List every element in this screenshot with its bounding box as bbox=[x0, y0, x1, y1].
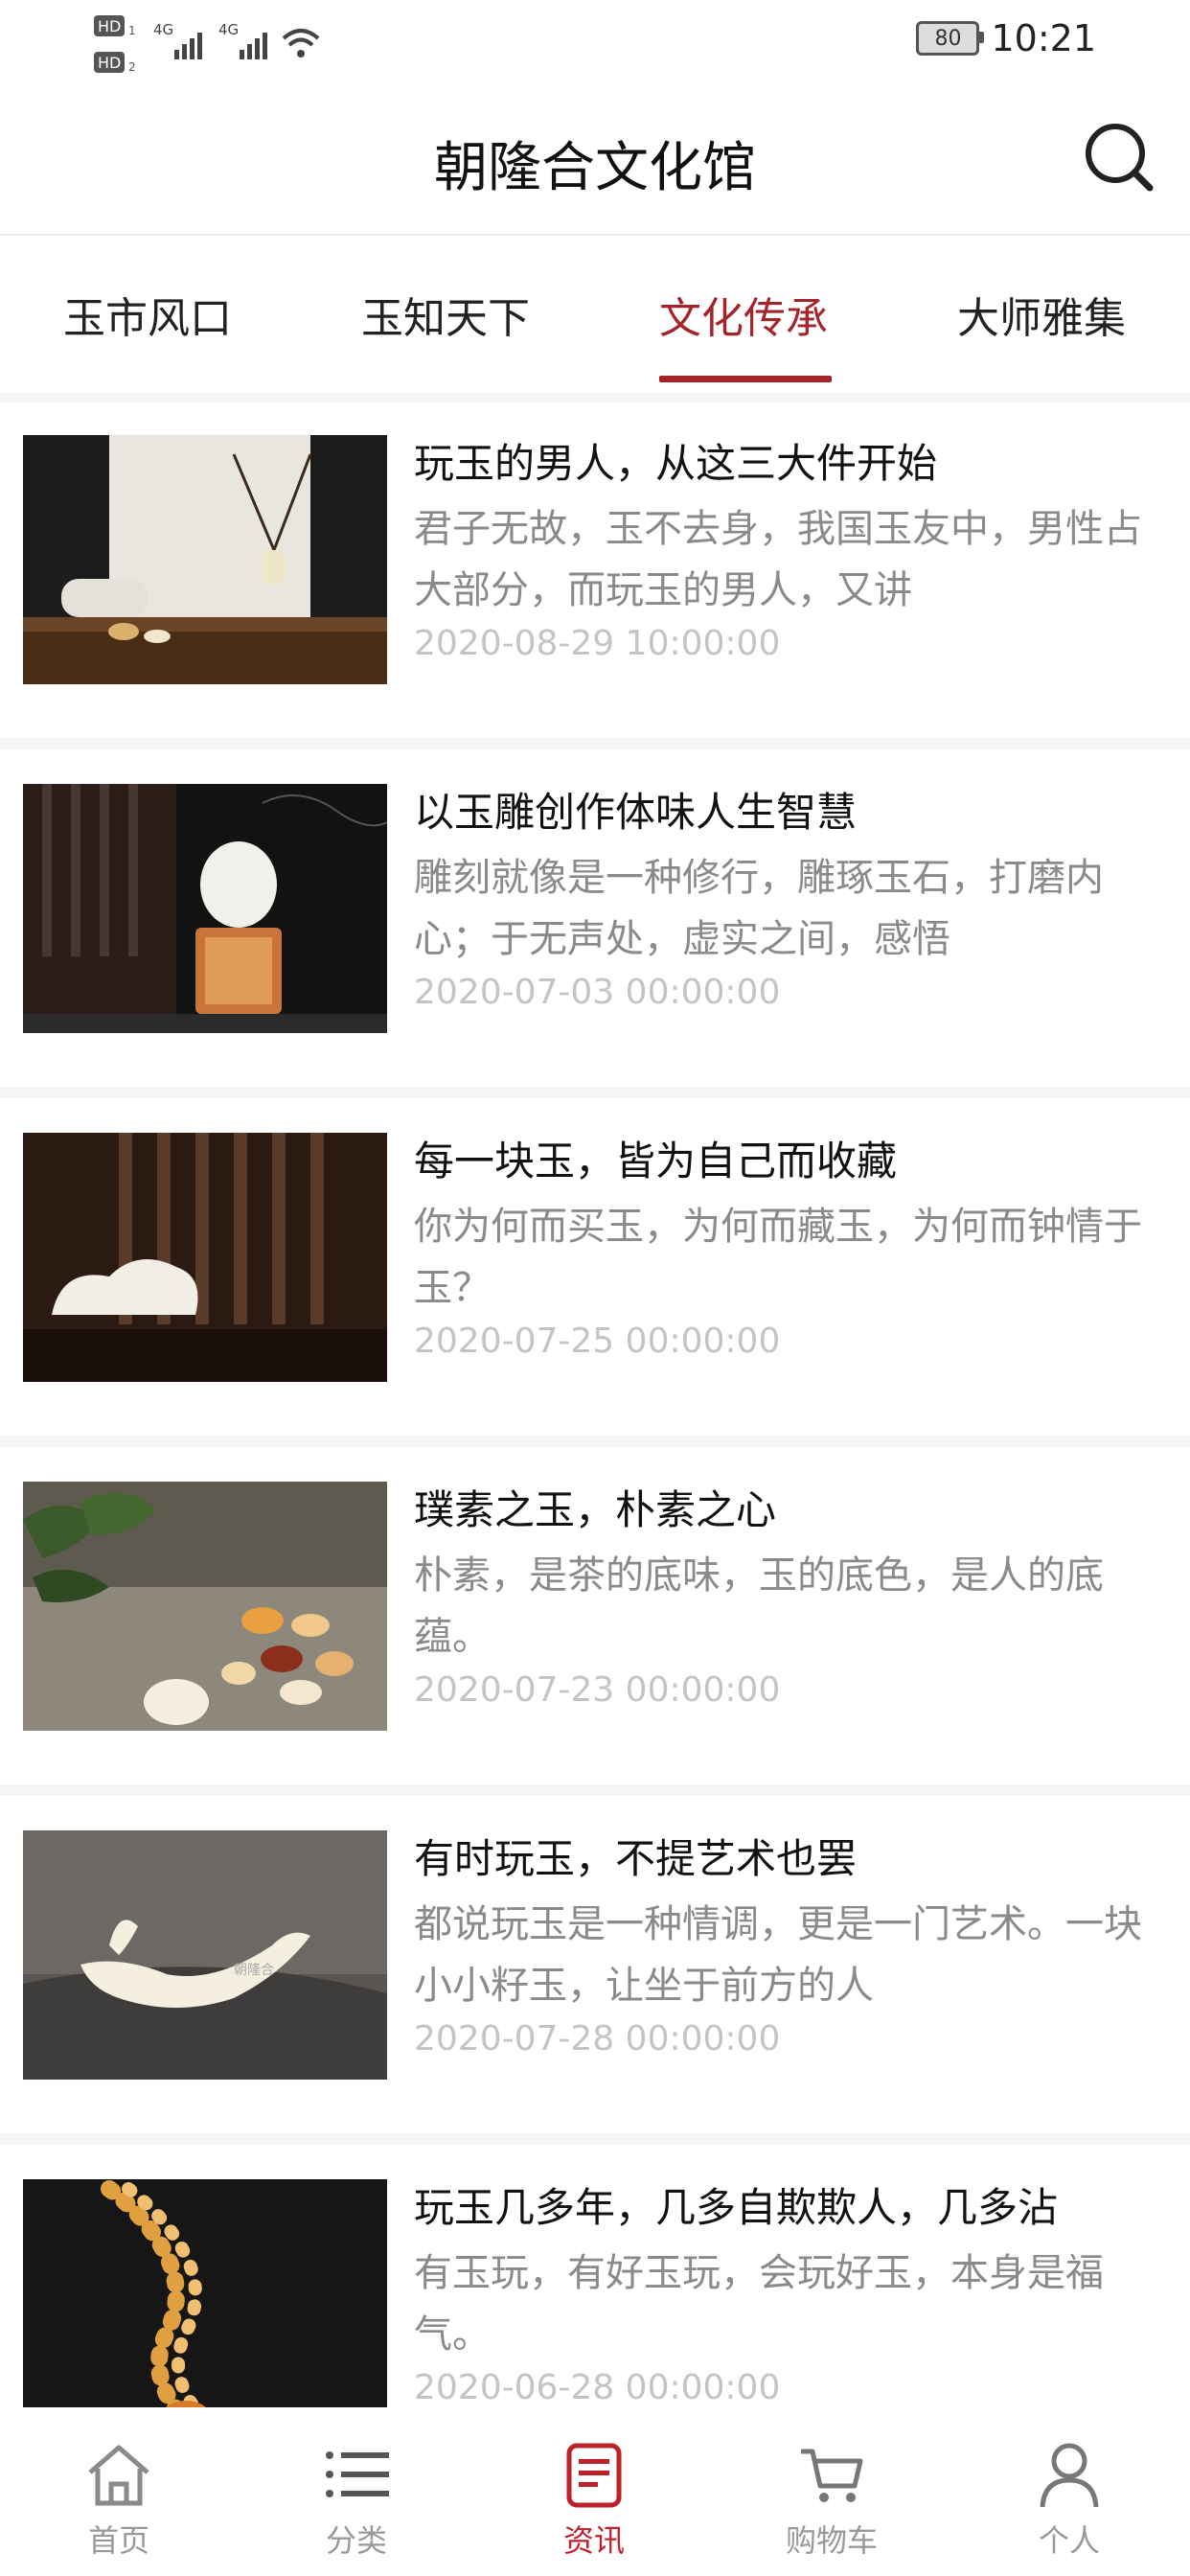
svg-text:HD: HD bbox=[98, 54, 121, 72]
article-summary: 雕刻就像是一种修行，雕琢玉石，打磨内心；于无声处，虚实之间，感悟 bbox=[414, 856, 1104, 961]
nav-news[interactable]: 资讯 bbox=[517, 2438, 671, 2561]
search-icon bbox=[1086, 124, 1154, 192]
article-summary: 君子无故，玉不去身，我国玉友中，男性占大部分，而玩玉的男人，又讲 bbox=[414, 507, 1142, 612]
user-icon bbox=[1040, 2443, 1099, 2508]
clock: 10:21 bbox=[991, 17, 1096, 59]
article-summary: 朴素，是茶的底味，玉的底色，是人的底蕴。 bbox=[414, 1553, 1104, 1659]
list-icon bbox=[326, 2451, 389, 2497]
article-thumbnail bbox=[23, 784, 387, 1033]
signal-icon: HD 1 HD 2 4G 4G bbox=[94, 15, 320, 74]
news-icon bbox=[566, 2443, 622, 2508]
nav-category[interactable]: 分类 bbox=[280, 2438, 433, 2561]
cart-icon bbox=[801, 2449, 863, 2502]
article-title: 有时玩玉，不提艺术也罢 bbox=[414, 1835, 858, 1882]
svg-text:4G: 4G bbox=[153, 21, 173, 38]
status-bar: HD 1 HD 2 4G 4G 80 10:21 bbox=[0, 0, 1190, 88]
article-thumbnail bbox=[23, 1133, 387, 1382]
article-item[interactable]: 玩玉的男人，从这三大件开始 君子无故，玉不去身，我国玉友中，男性占大部分，而玩玉… bbox=[0, 401, 1190, 749]
nav-cart[interactable]: 购物车 bbox=[755, 2438, 908, 2561]
app-header: 朝隆合文化馆 bbox=[0, 88, 1190, 236]
page-title: 朝隆合文化馆 bbox=[434, 137, 756, 199]
article-date: 2020-07-28 00:00:00 bbox=[414, 2019, 781, 2058]
nav-profile[interactable]: 个人 bbox=[993, 2438, 1146, 2561]
article-date: 2020-08-29 10:00:00 bbox=[414, 624, 781, 663]
search-button[interactable] bbox=[1081, 119, 1157, 196]
bottom-nav: 首页 分类 资讯 购物车 个人 bbox=[0, 2407, 1190, 2576]
article-thumbnail bbox=[23, 2179, 387, 2428]
signal-indicators: HD 1 HD 2 4G 4G bbox=[92, 13, 341, 84]
article-date: 2020-06-28 00:00:00 bbox=[414, 2368, 781, 2407]
article-summary: 你为何而买玉，为何而藏玉，为何而钟情于玉？ bbox=[414, 1205, 1142, 1310]
svg-text:4G: 4G bbox=[218, 21, 239, 38]
article-item[interactable]: 每一块玉，皆为自己而收藏 你为何而买玉，为何而藏玉，为何而钟情于玉？ 2020-… bbox=[0, 1098, 1190, 1447]
tab-wenhua-chuancheng[interactable]: 文化传承 bbox=[659, 284, 828, 345]
article-item[interactable]: 朝隆合 有时玩玉，不提艺术也罢 都说玩玉是一种情调，更是一门艺术。一块小小籽玉，… bbox=[0, 1796, 1190, 2145]
category-tabs: 玉市风口 玉知天下 文化传承 大师雅集 bbox=[0, 236, 1190, 402]
status-right: 80 10:21 bbox=[916, 17, 1096, 59]
nav-home[interactable]: 首页 bbox=[42, 2438, 195, 2561]
article-title: 玩玉的男人，从这三大件开始 bbox=[414, 440, 938, 487]
article-summary: 有玉玩，有好玉玩，会玩好玉，本身是福气。 bbox=[414, 2251, 1104, 2357]
article-title: 每一块玉，皆为自己而收藏 bbox=[414, 1138, 898, 1184]
article-thumbnail: 朝隆合 bbox=[23, 1830, 387, 2080]
svg-text:2: 2 bbox=[128, 60, 136, 74]
article-thumbnail bbox=[23, 1482, 387, 1731]
article-item[interactable]: 以玉雕创作体味人生智慧 雕刻就像是一种修行，雕琢玉石，打磨内心；于无声处，虚实之… bbox=[0, 749, 1190, 1098]
svg-text:HD: HD bbox=[98, 17, 121, 35]
home-icon bbox=[88, 2445, 149, 2506]
article-title: 璞素之玉，朴素之心 bbox=[414, 1486, 777, 1533]
nav-profile-label: 个人 bbox=[1038, 2522, 1100, 2559]
svg-text:朝隆合: 朝隆合 bbox=[234, 1963, 274, 1978]
article-date: 2020-07-03 00:00:00 bbox=[414, 973, 781, 1012]
article-date: 2020-07-25 00:00:00 bbox=[414, 1322, 781, 1361]
nav-home-label: 首页 bbox=[87, 2522, 149, 2559]
article-title: 以玉雕创作体味人生智慧 bbox=[414, 789, 858, 836]
article-thumbnail bbox=[23, 435, 387, 684]
nav-cart-label: 购物车 bbox=[785, 2522, 878, 2559]
nav-category-label: 分类 bbox=[325, 2522, 387, 2559]
nav-news-label: 资讯 bbox=[562, 2522, 625, 2559]
article-title: 玩玉几多年，几多自欺欺人，几多沾 bbox=[414, 2184, 1059, 2231]
battery-indicator: 80 bbox=[916, 21, 985, 56]
active-tab-indicator bbox=[659, 376, 832, 382]
tab-dashi-yaji[interactable]: 大师雅集 bbox=[957, 284, 1126, 345]
tab-yuzhi-tianxia[interactable]: 玉知天下 bbox=[361, 284, 530, 345]
tab-yushi-fengkou[interactable]: 玉市风口 bbox=[63, 284, 232, 345]
article-summary: 都说玩玉是一种情调，更是一门艺术。一块小小籽玉，让坐于前方的人 bbox=[414, 1902, 1142, 2008]
article-date: 2020-07-23 00:00:00 bbox=[414, 1670, 781, 1710]
article-item[interactable]: 璞素之玉，朴素之心 朴素，是茶的底味，玉的底色，是人的底蕴。 2020-07-2… bbox=[0, 1447, 1190, 1796]
svg-text:1: 1 bbox=[128, 24, 136, 37]
